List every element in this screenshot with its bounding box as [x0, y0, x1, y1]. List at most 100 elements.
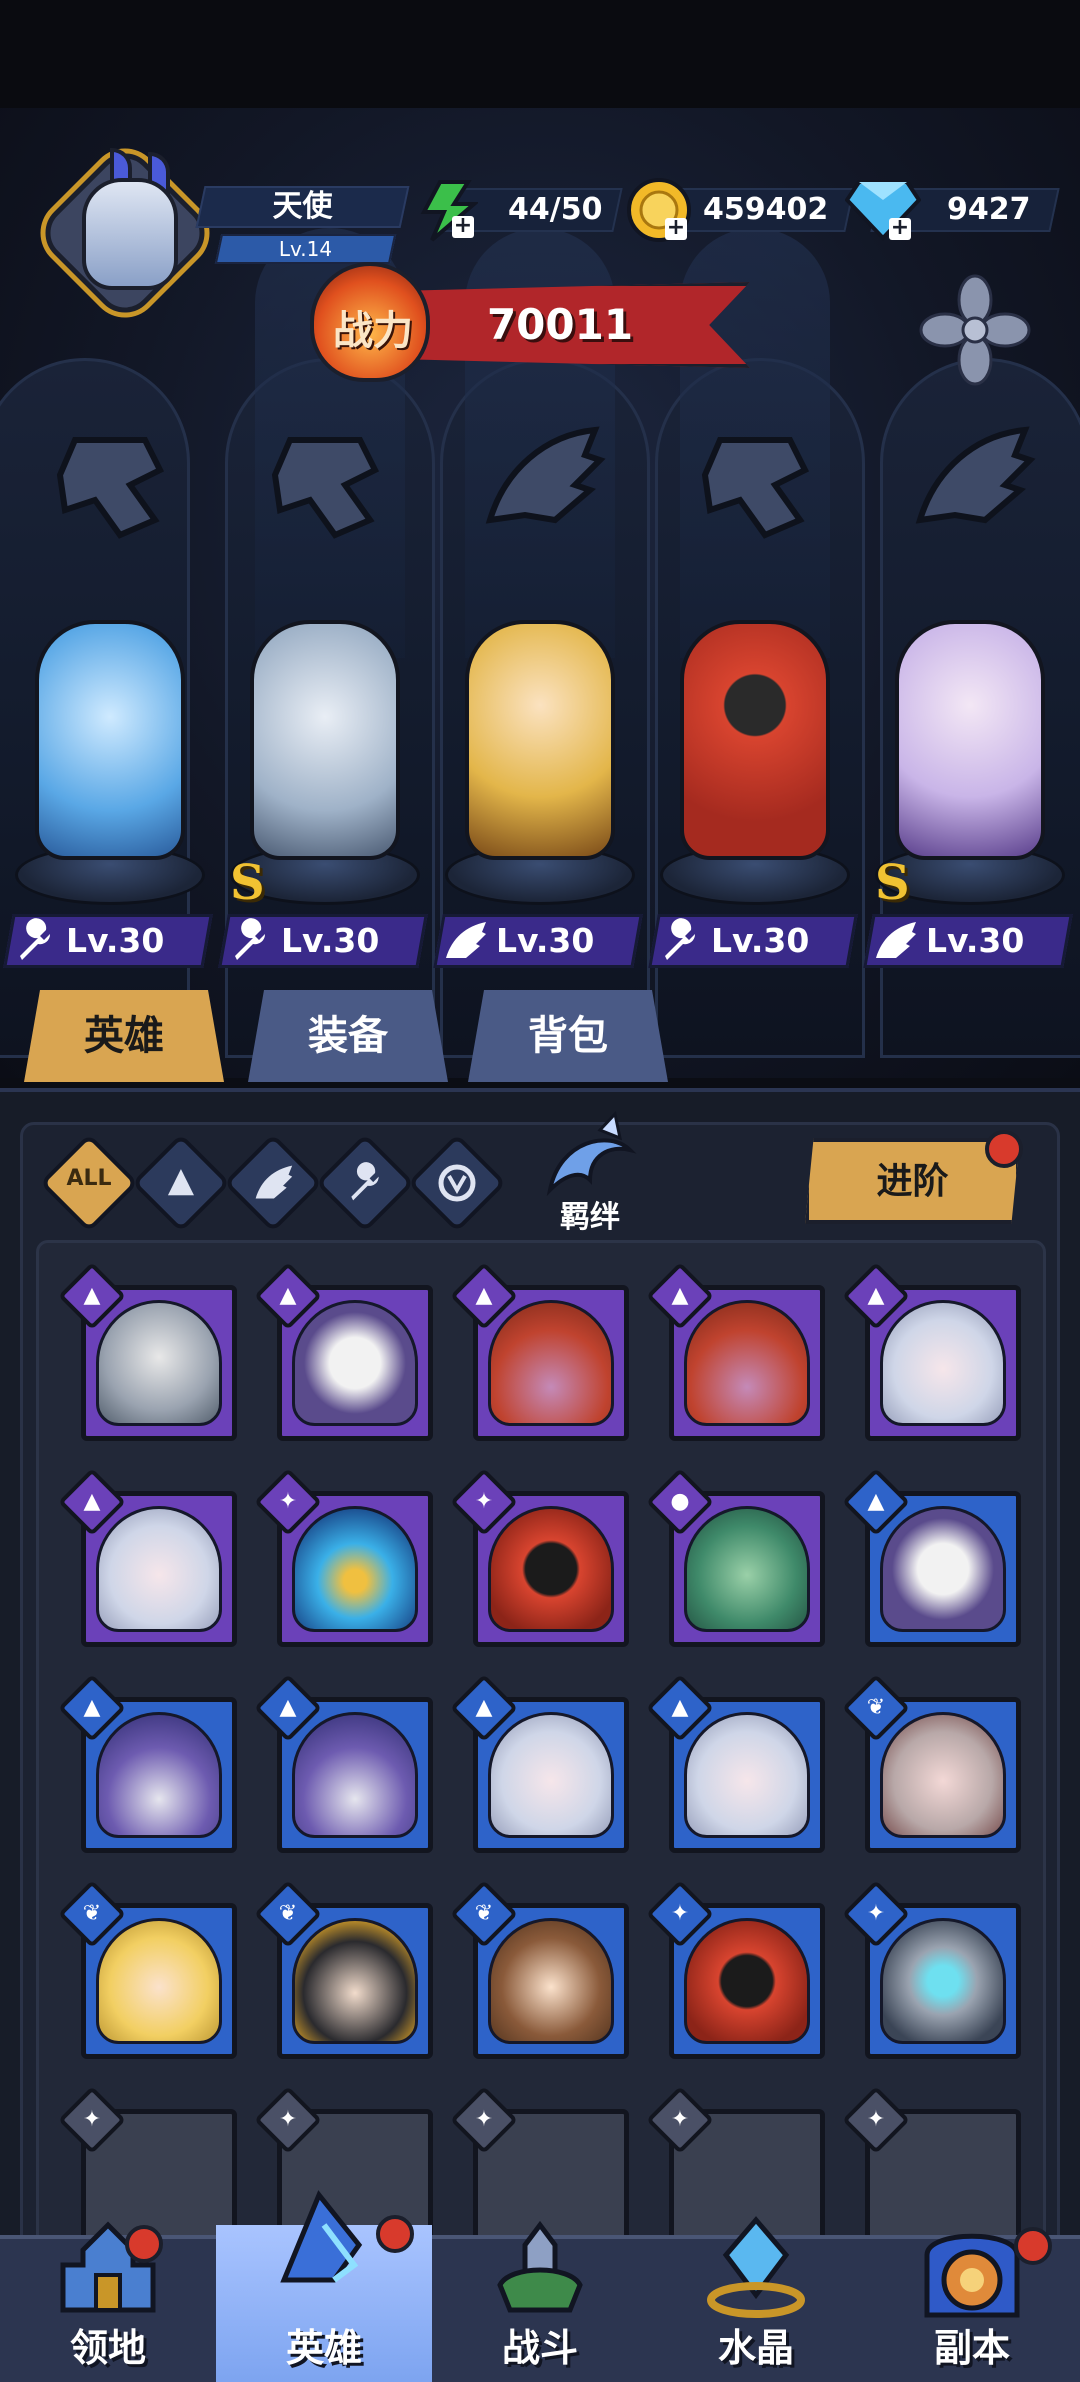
nav-territory[interactable]: 领地 [0, 2205, 216, 2382]
tab-equipment[interactable]: 装备 [248, 990, 448, 1082]
robot-portrait [880, 1918, 1006, 2044]
wing-emblem-icon [465, 410, 615, 560]
rarity-badge: S [875, 855, 910, 911]
wrench-emblem-icon [35, 410, 185, 560]
flower-settings-icon[interactable] [915, 270, 1035, 390]
energy-counter[interactable]: + 44/50 [418, 180, 623, 242]
status-bar-area [0, 0, 1080, 108]
notification-dot [1014, 2227, 1052, 2265]
nav-crystal[interactable]: 水晶 [648, 2205, 864, 2382]
hero-card[interactable]: ✦ [646, 1880, 825, 2059]
wizard-portrait [684, 1300, 810, 1426]
tab-heroes[interactable]: 英雄 [24, 990, 224, 1082]
hero-grid: ▲ ▲ ▲ ▲ ▲ ▲ ✦ ✦ ● ▲ ▲ ▲ ▲ ▲ ❦ ❦ ❦ ❦ ✦ ✦ … [36, 1240, 1046, 2280]
hero-slot[interactable]: S [220, 600, 420, 911]
rarity-badge: S [230, 855, 265, 911]
add-diamond-button[interactable]: + [889, 217, 911, 240]
silver-hair-portrait [96, 1506, 222, 1632]
nav-heroes[interactable]: 英雄 [216, 2190, 432, 2382]
old-wizard-portrait [96, 1712, 222, 1838]
hero-level: Lv.30 [66, 921, 165, 960]
hero-card[interactable]: ▲ [842, 1468, 1021, 1647]
dungeon-portal-icon [924, 2233, 1020, 2318]
silver-hair-portrait [488, 1712, 614, 1838]
battle-axe-icon [497, 2220, 583, 2313]
energy-value: 44/50 [508, 192, 603, 227]
nun-portrait [880, 1506, 1006, 1632]
tab-bar: 英雄 装备 背包 [0, 990, 1080, 1090]
diamond-counter[interactable]: + 9427 [845, 180, 1060, 241]
nav-dungeon[interactable]: 副本 [864, 2205, 1080, 2382]
bottom-navigation: 领地 英雄 战斗 水晶 副本 [0, 2190, 1080, 2382]
nun-portrait [292, 1300, 418, 1426]
wrench-class-icon: ✦ [254, 2086, 322, 2154]
mage-hat-icon: ▲ [167, 1160, 195, 1200]
nav-label: 英雄 [285, 2326, 362, 2370]
hero-card[interactable]: ❦ [254, 1880, 433, 2059]
add-energy-button[interactable]: + [452, 215, 474, 238]
hero-card[interactable]: ▲ [58, 1262, 237, 1441]
nav-label: 副本 [933, 2326, 1010, 2370]
player-avatar[interactable] [33, 141, 217, 325]
nav-label: 战斗 [501, 2326, 578, 2370]
tab-backpack[interactable]: 背包 [468, 990, 668, 1082]
player-level: Lv.14 [278, 237, 333, 261]
old-wizard-portrait [292, 1712, 418, 1838]
hero-card[interactable]: ▲ [842, 1262, 1021, 1441]
hero-card[interactable]: ▲ [450, 1674, 629, 1853]
notification-dot [985, 1130, 1023, 1168]
bond-label: 羁绊 [560, 1200, 620, 1235]
filter-all-label: ALL [66, 1166, 112, 1191]
elf-portrait [684, 1506, 810, 1632]
hero-figure [250, 620, 400, 860]
pharaoh-portrait [292, 1918, 418, 2044]
hero-figure [680, 620, 830, 860]
hero-slot[interactable] [650, 600, 850, 910]
hero-card[interactable]: ▲ [58, 1468, 237, 1647]
nav-battle[interactable]: 战斗 [432, 2205, 648, 2382]
dragon-helmet-icon [82, 178, 178, 290]
wrench-emblem-icon [680, 410, 830, 560]
crystal-icon [707, 2216, 805, 2318]
diver-robot-portrait [488, 1506, 614, 1632]
hero-level: Lv.30 [496, 921, 595, 960]
hero-slot[interactable] [435, 600, 635, 910]
hero-card[interactable]: ▲ [646, 1262, 825, 1441]
wizard-portrait [488, 1300, 614, 1426]
silver-hair-portrait [684, 1712, 810, 1838]
hero-card[interactable]: ▲ [58, 1674, 237, 1853]
hero-card[interactable]: ❦ [842, 1674, 1021, 1853]
add-gold-button[interactable]: + [665, 217, 687, 240]
gold-counter[interactable]: + 459402 [625, 178, 855, 242]
hero-level: Lv.30 [281, 921, 380, 960]
hero-card[interactable]: ✦ [842, 1880, 1021, 2059]
player-name: 天使 [272, 189, 333, 224]
hero-card[interactable]: ▲ [450, 1262, 629, 1441]
power-value: 70011 [486, 300, 634, 349]
wrench-class-icon: ✦ [842, 2086, 910, 2154]
hero-slot[interactable]: S [865, 600, 1065, 911]
hero-card[interactable]: ❦ [58, 1880, 237, 2059]
blonde-priestess-portrait [96, 1918, 222, 2044]
notification-dot [376, 2215, 414, 2253]
wizard-hat-icon [280, 2190, 363, 2283]
hero-level: Lv.30 [711, 921, 810, 960]
wrench-class-icon: ✦ [58, 2086, 126, 2154]
hero-card[interactable]: ❦ [450, 1880, 629, 2059]
hero-card[interactable]: ▲ [646, 1674, 825, 1853]
wrench-class-icon: ✦ [646, 2086, 714, 2154]
hero-card[interactable]: ✦ [254, 1468, 433, 1647]
wrench-emblem-icon [250, 410, 400, 560]
knight-portrait [96, 1300, 222, 1426]
notification-dot [125, 2225, 163, 2263]
hero-card[interactable]: ● [646, 1468, 825, 1647]
gold-value: 459402 [703, 192, 829, 227]
hero-card[interactable]: ▲ [254, 1262, 433, 1441]
beast-claw-icon [438, 1164, 476, 1202]
fishbowl-portrait [292, 1506, 418, 1632]
hero-card[interactable]: ✦ [450, 1468, 629, 1647]
hero-slot[interactable] [5, 600, 205, 910]
wrench-class-icon: ✦ [450, 2086, 518, 2154]
hero-card[interactable]: ▲ [254, 1674, 433, 1853]
diamond-value: 9427 [947, 192, 1031, 227]
